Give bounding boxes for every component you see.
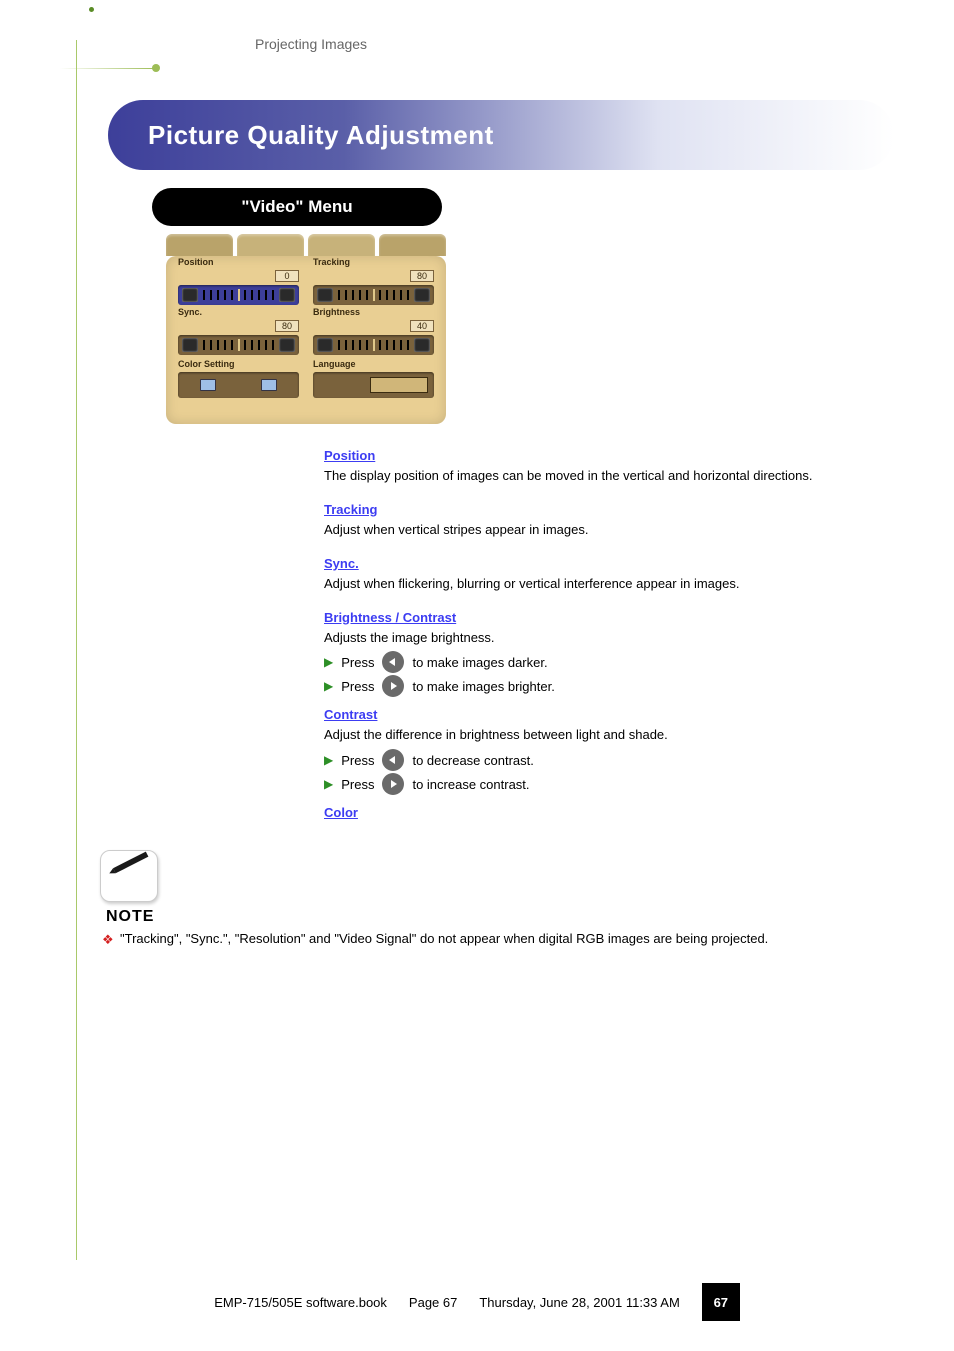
header-rule bbox=[60, 68, 156, 69]
right-arrow-icon bbox=[382, 773, 404, 795]
corner-dot bbox=[89, 7, 94, 12]
body-sync: Adjust when flickering, blurring or vert… bbox=[324, 575, 894, 594]
footer: EMP-715/505E software.book Page 67 Thurs… bbox=[0, 1283, 954, 1321]
breadcrumb: Projecting Images bbox=[255, 36, 367, 52]
page-number: 67 bbox=[702, 1283, 740, 1321]
bullet-icon: ▶ bbox=[324, 679, 333, 693]
bullet-icon: ▶ bbox=[324, 655, 333, 669]
heading-brightness-contrast: Brightness / Contrast bbox=[324, 610, 894, 625]
heading-position: Position bbox=[324, 448, 894, 463]
section-heading-video-menu: "Video" Menu bbox=[152, 188, 442, 226]
shrink-icon bbox=[317, 288, 333, 302]
body-tracking: Adjust when vertical stripes appear in i… bbox=[324, 521, 894, 540]
fine-icon bbox=[182, 338, 198, 352]
coarse-icon bbox=[279, 338, 295, 352]
note-icon-frame bbox=[100, 850, 158, 902]
osd-tab bbox=[308, 234, 375, 256]
contrast-list: ▶ Press to decrease contrast. ▶ Press to… bbox=[324, 749, 894, 795]
note-bullet-icon: ❖ bbox=[102, 932, 114, 948]
list-item: ▶ Press to increase contrast. bbox=[324, 773, 894, 795]
osd-slider-value: 80 bbox=[275, 320, 299, 332]
bright-icon bbox=[414, 338, 430, 352]
heading-contrast-sub: Contrast bbox=[324, 707, 894, 722]
footer-source: EMP-715/505E software.book bbox=[214, 1295, 387, 1310]
osd-slider-bar bbox=[178, 335, 299, 355]
body-contrast: Adjust the difference in brightness betw… bbox=[324, 726, 894, 745]
note-text: "Tracking", "Sync.", "Resolution" and "V… bbox=[120, 929, 894, 949]
osd-tabs bbox=[166, 234, 446, 256]
osd-tab bbox=[166, 234, 233, 256]
left-arrow-icon bbox=[382, 651, 404, 673]
heading-tracking: Tracking bbox=[324, 502, 894, 517]
right-arrow-icon bbox=[382, 675, 404, 697]
heading-color: Color bbox=[324, 805, 894, 820]
osd-tab bbox=[237, 234, 304, 256]
osd-panel: Position 0 Tracking 80 bbox=[166, 234, 446, 424]
zoom-in-icon bbox=[279, 288, 295, 302]
osd-slider-tracking: Tracking 80 bbox=[313, 272, 434, 312]
osd-slider-brightness: Brightness 40 bbox=[313, 322, 434, 362]
bullet-icon: ▶ bbox=[324, 777, 333, 791]
list-item: ▶ Press to make images brighter. bbox=[324, 675, 894, 697]
main-content: Picture Quality Adjustment "Video" Menu … bbox=[108, 100, 894, 824]
osd-slider-bar bbox=[178, 285, 299, 305]
footer-date: Thursday, June 28, 2001 11:33 AM bbox=[479, 1295, 679, 1310]
monitor-cool-icon bbox=[200, 379, 216, 391]
osd-slider-sync: Sync. 80 bbox=[178, 322, 299, 362]
osd-slider-position: Position 0 bbox=[178, 272, 299, 312]
osd-slider-value: 40 bbox=[410, 320, 434, 332]
body-position: The display position of images can be mo… bbox=[324, 467, 894, 486]
osd-slider-value: 0 bbox=[275, 270, 299, 282]
list-item: ▶ Press to make images darker. bbox=[324, 651, 894, 673]
osd-body: Position 0 Tracking 80 bbox=[166, 256, 446, 424]
page-margin-rule bbox=[76, 40, 77, 1260]
header-rule-point bbox=[152, 64, 160, 72]
page-title: Picture Quality Adjustment bbox=[108, 100, 894, 170]
osd-language bbox=[313, 372, 434, 398]
list-item: ▶ Press to decrease contrast. bbox=[324, 749, 894, 771]
left-arrow-icon bbox=[382, 749, 404, 771]
osd-slider-value: 80 bbox=[410, 270, 434, 282]
note-label: NOTE bbox=[106, 908, 154, 926]
osd-slider-bar bbox=[313, 335, 434, 355]
footer-page-label: Page 67 bbox=[409, 1295, 457, 1310]
language-value-box bbox=[370, 377, 428, 393]
expand-icon bbox=[414, 288, 430, 302]
brightness-list: ▶ Press to make images darker. ▶ Press t… bbox=[324, 651, 894, 697]
bullet-icon: ▶ bbox=[324, 753, 333, 767]
zoom-out-icon bbox=[182, 288, 198, 302]
osd-tab bbox=[379, 234, 446, 256]
osd-color-setting bbox=[178, 372, 299, 398]
dark-icon bbox=[317, 338, 333, 352]
heading-sync: Sync. bbox=[324, 556, 894, 571]
pencil-icon bbox=[106, 840, 152, 888]
body-brightness: Adjusts the image brightness. bbox=[324, 629, 894, 648]
monitor-warm-icon bbox=[261, 379, 277, 391]
osd-slider-bar bbox=[313, 285, 434, 305]
